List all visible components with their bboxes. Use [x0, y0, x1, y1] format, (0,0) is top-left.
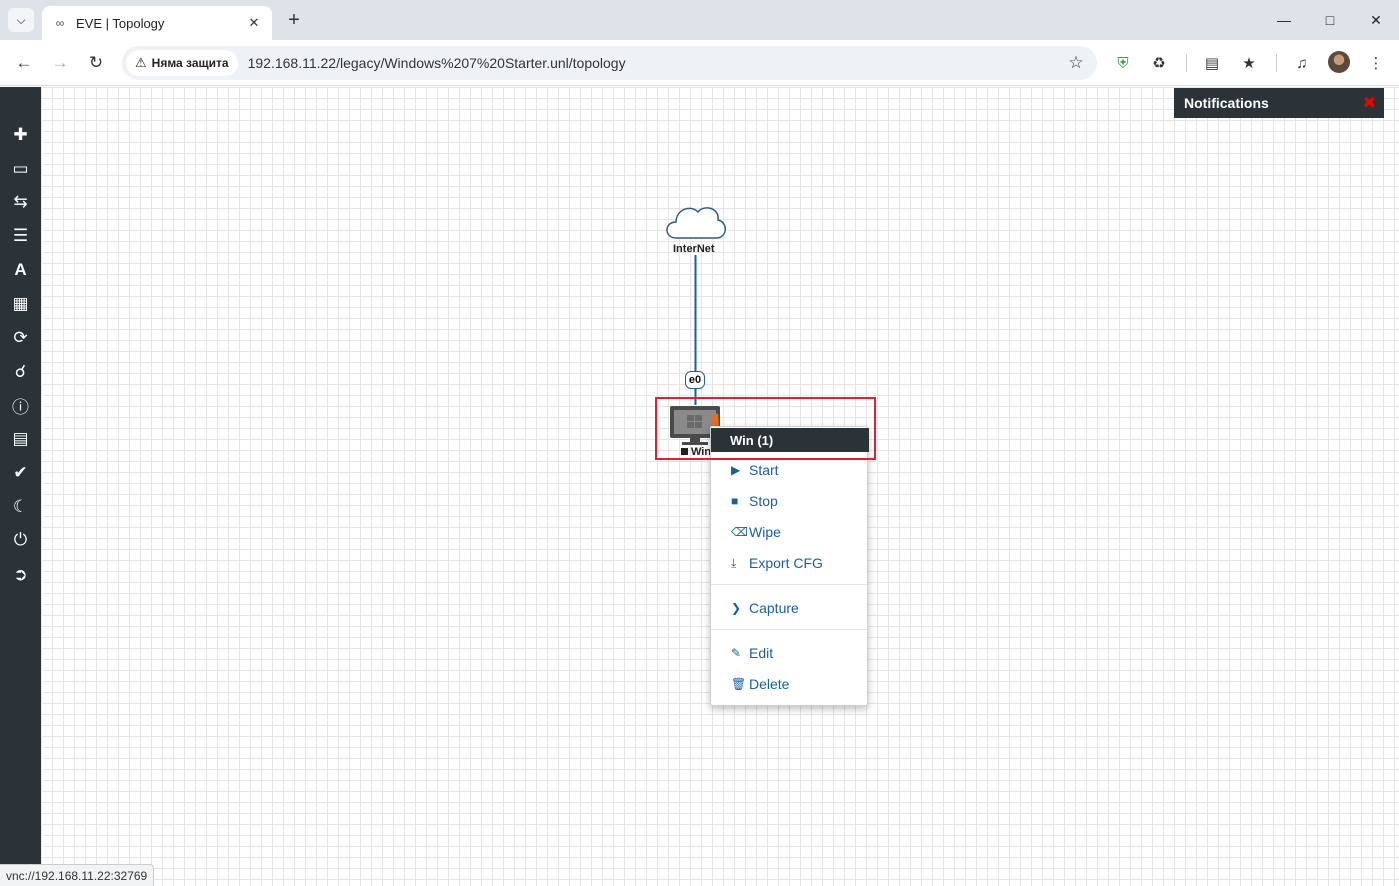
- menu-item-edit[interactable]: ✎ Edit: [731, 642, 773, 664]
- menu-divider: [711, 584, 867, 585]
- menu-item-export-cfg[interactable]: ⤓ Export CFG: [731, 552, 823, 574]
- play-icon: ▶: [731, 463, 741, 477]
- stop-icon: ■: [731, 494, 739, 508]
- highlight-annotation: [655, 397, 876, 460]
- menu-item-label: Edit: [749, 645, 774, 661]
- menu-item-wipe[interactable]: ⌫ Wipe: [731, 521, 781, 543]
- cloud-icon[interactable]: [666, 207, 726, 239]
- close-icon[interactable]: ✖: [1363, 93, 1376, 113]
- download-icon: ⤓: [731, 555, 737, 570]
- menu-item-start[interactable]: ▶ Start: [731, 459, 779, 481]
- notifications-title: Notifications: [1184, 95, 1269, 111]
- menu-item-label: Export CFG: [749, 555, 823, 571]
- menu-item-stop[interactable]: ■ Stop: [731, 490, 778, 512]
- menu-item-label: Capture: [749, 600, 799, 616]
- status-bar-url: vnc://192.168.11.22:32769: [0, 864, 155, 886]
- menu-divider: [711, 629, 867, 630]
- menu-item-label: Delete: [749, 676, 790, 692]
- menu-item-label: Stop: [749, 493, 778, 509]
- notifications-panel: Notifications ✖: [1174, 88, 1384, 118]
- eraser-icon: ⌫: [731, 525, 748, 539]
- menu-item-label: Wipe: [749, 524, 781, 540]
- node-context-menu: Win (1) ▶ Start ■ Stop ⌫ Wipe ⤓ Export CFG ❯…: [710, 426, 869, 706]
- chevron-right-icon: ❯: [731, 601, 742, 615]
- menu-item-capture[interactable]: ❯ Capture: [731, 597, 799, 619]
- port-label[interactable]: e0: [685, 371, 705, 389]
- cloud-label: InterNet: [673, 243, 715, 255]
- edit-icon: ✎: [731, 646, 742, 660]
- menu-item-label: Start: [749, 462, 779, 478]
- menu-item-delete[interactable]: 🗑 Delete: [731, 673, 789, 695]
- trash-icon: 🗑: [731, 677, 747, 691]
